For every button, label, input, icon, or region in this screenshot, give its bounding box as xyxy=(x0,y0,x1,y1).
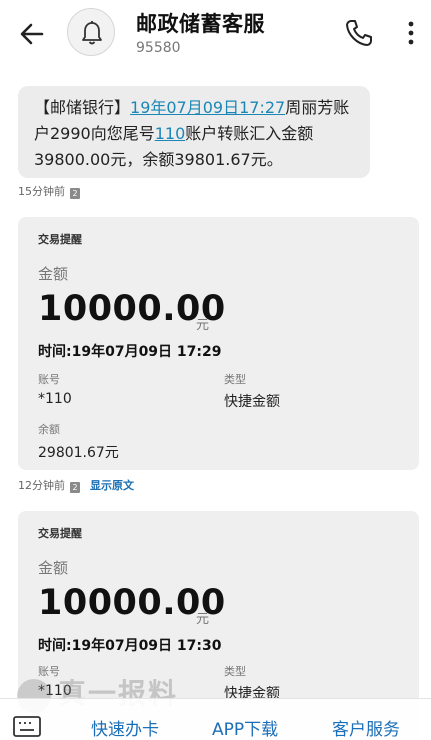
message-prefix: 【邮储银行】 xyxy=(34,98,131,117)
account-value: *110 xyxy=(38,391,72,407)
amount-label: 金额 xyxy=(38,265,69,283)
message-meta: 12分钟前 2 显示原文 xyxy=(18,477,134,493)
sim-icon: 2 xyxy=(70,482,80,493)
message-time: 15分钟前 xyxy=(18,185,65,198)
contact-name: 邮政储蓄客服 xyxy=(136,12,265,36)
quick-card-button[interactable]: 快速办卡 xyxy=(91,715,159,740)
app-header: 邮政储蓄客服 95580 xyxy=(0,0,431,64)
keyboard-icon[interactable] xyxy=(12,715,42,737)
app-download-button[interactable]: APP下载 xyxy=(212,715,278,740)
type-label: 类型 xyxy=(224,373,246,386)
amount-label: 金额 xyxy=(38,559,69,577)
message-meta: 15分钟前 2 xyxy=(18,183,80,199)
more-options-icon[interactable] xyxy=(402,18,420,48)
balance-label: 余额 xyxy=(38,423,60,436)
account-label: 账号 xyxy=(38,665,60,678)
sms-message-bubble[interactable]: 【邮储银行】19年07月09日17:27周丽芳账户2990向您尾号110账户转账… xyxy=(18,86,370,178)
message-account-link[interactable]: 110 xyxy=(155,124,186,143)
show-original-link[interactable]: 显示原文 xyxy=(90,479,134,492)
account-value: *110 xyxy=(38,683,72,699)
customer-service-button[interactable]: 客户服务 xyxy=(332,715,400,740)
phone-icon[interactable] xyxy=(344,18,374,48)
sim-icon: 2 xyxy=(70,188,80,199)
message-date-link[interactable]: 19年07月09日17:27 xyxy=(130,98,285,117)
bell-icon xyxy=(82,21,102,45)
amount-unit: 元 xyxy=(196,612,210,627)
message-time: 12分钟前 xyxy=(18,479,65,492)
card-title: 交易提醒 xyxy=(38,527,82,540)
balance-value: 29801.67元 xyxy=(38,445,119,461)
card-title: 交易提醒 xyxy=(38,233,82,246)
bottom-menu-bar: 快速办卡 APP下载 客户服务 xyxy=(0,698,431,740)
contact-avatar[interactable] xyxy=(67,8,115,56)
transaction-time: 时间:19年07月09日 17:29 xyxy=(38,344,222,360)
type-label: 类型 xyxy=(224,665,246,678)
amount-unit: 元 xyxy=(196,318,210,333)
account-label: 账号 xyxy=(38,373,60,386)
type-value: 快捷金额 xyxy=(224,394,280,410)
back-arrow-icon[interactable] xyxy=(16,18,48,50)
transaction-card[interactable]: 交易提醒 金额 10000.00 元 时间:19年07月09日 17:29 账号… xyxy=(18,217,419,470)
transaction-time: 时间:19年07月09日 17:30 xyxy=(38,638,222,654)
contact-number: 95580 xyxy=(136,40,181,56)
